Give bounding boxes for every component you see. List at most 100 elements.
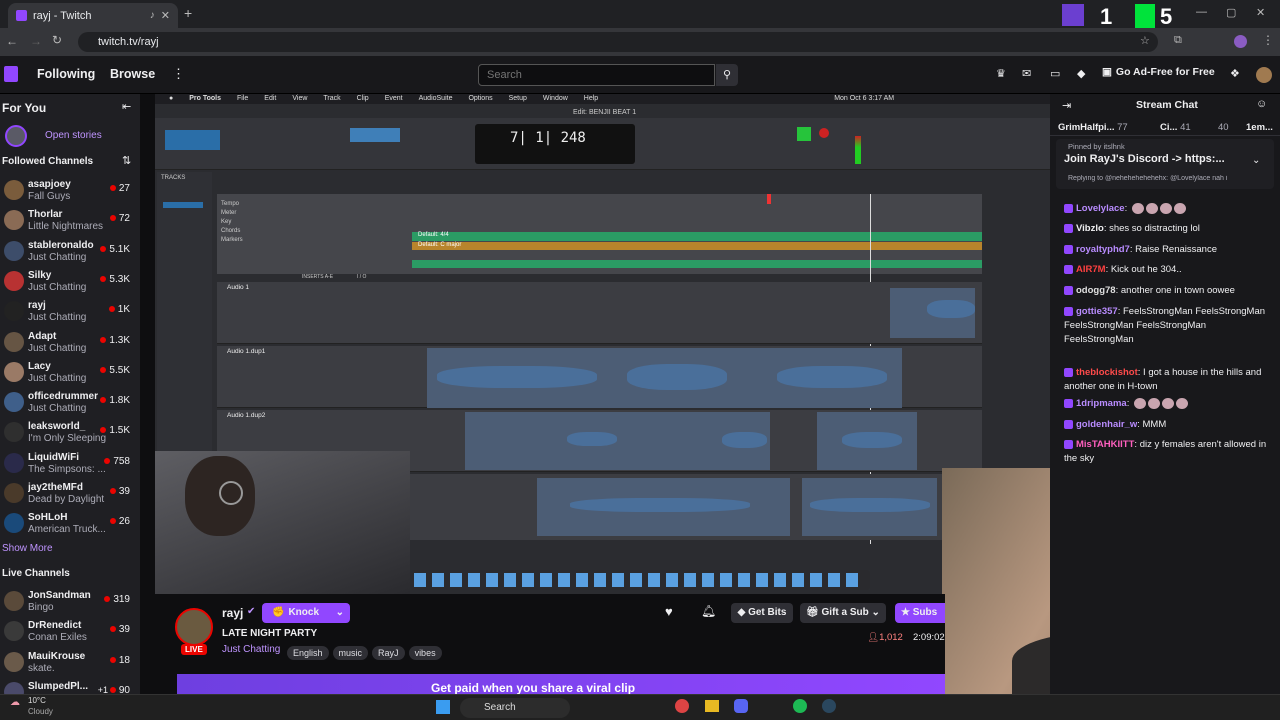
maximize-window-icon[interactable]: ▢ xyxy=(1226,6,1236,19)
whispers-icon[interactable]: ▭ xyxy=(1050,67,1060,80)
back-icon[interactable]: ← xyxy=(6,34,18,48)
forward-icon[interactable]: → xyxy=(30,34,42,48)
profile-avatar[interactable] xyxy=(1234,35,1247,48)
gift-sub-button[interactable]: 🎁︎ Gift a Sub ⌄ xyxy=(800,603,886,623)
url-input[interactable]: twitch.tv/rayj xyxy=(78,32,1158,52)
go-ad-free-button[interactable]: ▣ Go Ad-Free for Free xyxy=(1102,66,1215,78)
notification-bell-icon[interactable]: 🔔︎ xyxy=(701,604,716,618)
reload-icon[interactable]: ↻ xyxy=(52,33,62,47)
heart-follow-icon[interactable]: ♥ xyxy=(665,604,673,619)
chat-username[interactable]: gottie357 xyxy=(1076,306,1118,317)
followed-channel-0[interactable]: asapjoey Fall Guys 27 xyxy=(0,175,140,205)
close-tab-icon[interactable]: ✕ xyxy=(161,9,170,22)
followed-channel-9[interactable]: LiquidWiFi The Simpsons: ... 758 xyxy=(0,448,140,478)
followed-channel-3[interactable]: Silky Just Chatting 5.3K xyxy=(0,266,140,296)
crown-icon[interactable]: ♛ xyxy=(996,67,1006,80)
subscribe-button[interactable]: ★ Subs xyxy=(895,603,945,623)
edit-tools[interactable] xyxy=(350,128,400,142)
chat-username[interactable]: AIR7M xyxy=(1076,264,1106,275)
followed-channel-8[interactable]: leaksworld_ I'm Only Sleeping 1.5K xyxy=(0,417,140,447)
close-window-icon[interactable]: ✕ xyxy=(1256,6,1265,19)
followed-channel-10[interactable]: jay2theMFd Dead by Daylight 39 xyxy=(0,478,140,508)
followed-channel-7[interactable]: officedrummer Just Chatting 1.8K xyxy=(0,387,140,417)
stream-video-daw[interactable]: ● Pro Tools File Edit View Track Clip Ev… xyxy=(155,94,1050,594)
chat-username[interactable]: MisTAHKIITT xyxy=(1076,439,1134,450)
search-button[interactable]: ⚲ xyxy=(716,64,738,86)
file-explorer-icon[interactable] xyxy=(705,700,719,712)
minimize-window-icon[interactable]: — xyxy=(1196,6,1207,18)
record-button[interactable] xyxy=(819,128,829,138)
dock-icons[interactable] xyxy=(414,573,864,587)
chat-username[interactable]: 1dripmama xyxy=(1076,398,1127,409)
weather-icon[interactable]: ☁︎ xyxy=(10,697,20,708)
chat-username[interactable]: theblockishot xyxy=(1076,367,1138,378)
followed-channel-6[interactable]: Lacy Just Chatting 5.5K xyxy=(0,357,140,387)
chrome-icon[interactable] xyxy=(675,699,689,713)
followed-channel-11[interactable]: SoHLoH American Truck... 26 xyxy=(0,508,140,538)
pinned-message[interactable]: Pinned by itslhnk Join RayJ's Discord ->… xyxy=(1056,139,1274,189)
expand-pinned-icon[interactable]: ⌄ xyxy=(1252,155,1260,166)
sort-icon[interactable]: ⇅ xyxy=(122,154,131,167)
chat-username[interactable]: royaltyphd7 xyxy=(1076,244,1130,255)
open-stories-link[interactable]: Open stories xyxy=(45,130,102,141)
live-channel-0[interactable]: JonSandman Bingo 319 xyxy=(0,586,140,616)
play-button[interactable] xyxy=(797,127,811,141)
new-tab-icon[interactable]: + xyxy=(184,5,192,21)
discord-icon[interactable] xyxy=(734,699,748,713)
tag-1[interactable]: music xyxy=(332,646,369,660)
waveform-4b xyxy=(810,498,930,512)
inbox-icon[interactable]: ✉ xyxy=(1022,67,1031,80)
taskbar-search[interactable]: Search xyxy=(460,698,570,718)
collapse-sidebar-icon[interactable]: ⇤ xyxy=(122,100,131,113)
search-input[interactable] xyxy=(479,65,714,85)
get-bits-button[interactable]: ◆ Get Bits xyxy=(731,603,793,623)
mute-tab-icon[interactable]: ♪ xyxy=(150,10,155,21)
steam-icon[interactable] xyxy=(822,699,836,713)
knock-dropdown-icon[interactable]: ⌄ xyxy=(336,603,344,623)
user-avatar[interactable] xyxy=(1256,67,1272,83)
daw-menu-7: AudioSuite xyxy=(418,95,453,102)
show-more-link[interactable]: Show More xyxy=(2,543,53,554)
chat-users-icon[interactable]: ☺ xyxy=(1256,98,1267,110)
browser-menu-icon[interactable]: ⋮ xyxy=(1262,33,1274,47)
streamer-avatar[interactable] xyxy=(175,608,213,646)
gifter-2[interactable]: Ci... 41 xyxy=(1160,122,1191,133)
live-dot-icon xyxy=(104,596,111,602)
bits-icon[interactable]: ◆ xyxy=(1077,67,1085,80)
tag-3[interactable]: vibes xyxy=(408,646,442,660)
prime-icon[interactable]: ❖ xyxy=(1230,67,1240,80)
search-box[interactable] xyxy=(478,64,715,86)
collapse-chat-icon[interactable]: ⇥ xyxy=(1062,99,1071,112)
live-channel-2[interactable]: MauiKrouse skate. 18 xyxy=(0,647,140,677)
bookmark-star-icon[interactable]: ☆ xyxy=(1140,34,1150,47)
twitch-logo-icon[interactable] xyxy=(4,66,18,82)
tag-0[interactable]: English xyxy=(287,646,329,660)
knock-button[interactable]: ✊ Knock ⌄ xyxy=(262,603,350,623)
chat-username[interactable]: Lovelylace xyxy=(1076,203,1125,214)
browser-tab[interactable]: rayj - Twitch ♪ ✕ xyxy=(8,3,178,28)
browse-link[interactable]: Browse xyxy=(110,67,155,81)
chat-username[interactable]: goldenhair_w xyxy=(1076,419,1137,430)
knock-icon: ✊ xyxy=(272,607,285,618)
gifter-3[interactable]: 40 xyxy=(1218,122,1229,133)
category-link[interactable]: Just Chatting xyxy=(222,644,280,655)
stories-avatar[interactable] xyxy=(5,125,27,147)
windows-start-icon[interactable] xyxy=(436,700,450,714)
followed-channel-4[interactable]: rayj Just Chatting 1K xyxy=(0,296,140,326)
tag-2[interactable]: RayJ xyxy=(372,646,405,660)
followed-channel-5[interactable]: Adapt Just Chatting 1.3K xyxy=(0,327,140,357)
gifter-4[interactable]: 1em... xyxy=(1246,122,1273,133)
extensions-icon[interactable]: ⧉ xyxy=(1174,34,1182,47)
edit-modes[interactable] xyxy=(165,130,220,150)
chat-username[interactable]: Vibzlo xyxy=(1076,223,1104,234)
streamer-name[interactable]: rayj xyxy=(222,606,243,620)
live-channel-1[interactable]: DrRenedict Conan Exiles 39 xyxy=(0,616,140,646)
followed-channel-2[interactable]: stableronaldo Just Chatting 5.1K xyxy=(0,236,140,266)
spotify-icon[interactable] xyxy=(793,699,807,713)
more-menu-icon[interactable]: ⋮ xyxy=(172,66,185,82)
promo-banner[interactable]: Get paid when you share a viral clip xyxy=(177,674,945,694)
chat-username[interactable]: odogg78 xyxy=(1076,285,1116,296)
followed-channel-1[interactable]: Thorlar Little Nightmares 72 xyxy=(0,205,140,235)
following-link[interactable]: Following xyxy=(37,67,95,81)
gifter-1[interactable]: GrimHalfpi... 77 xyxy=(1058,122,1128,133)
